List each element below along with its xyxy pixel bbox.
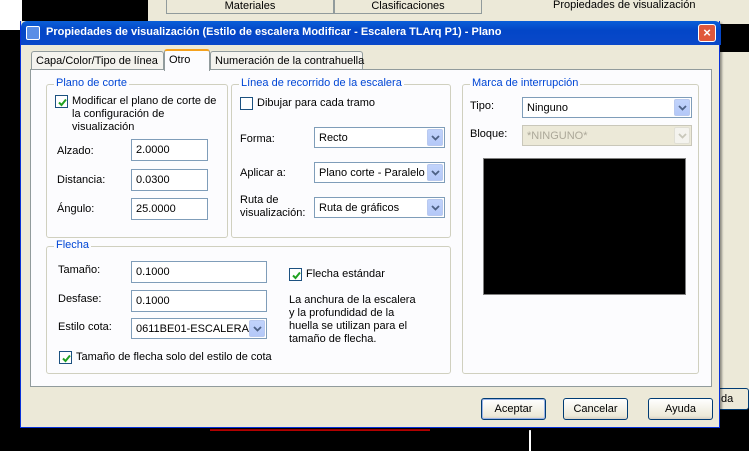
angulo-label: Ángulo: [57, 203, 95, 215]
close-icon: × [703, 25, 711, 40]
flecha-info-line3: huella se utilizan para el [289, 320, 408, 332]
group-title-marca-interrupcion: Marca de interrupción [470, 77, 581, 89]
ruta-label-line1: Ruta de [240, 194, 279, 206]
chevron-down-icon[interactable] [427, 129, 443, 146]
flecha-info-line1: La anchura de la escalera [289, 294, 416, 306]
chevron-down-icon[interactable] [427, 199, 443, 216]
forma-value: Recto [319, 132, 348, 144]
desfase-input[interactable]: 0.1000 [131, 290, 267, 312]
estilo-cota-value: 0611BE01-ESCALERAS [136, 323, 257, 335]
flecha-estandar-checkbox[interactable] [289, 268, 302, 281]
flecha-info-line2: y la profundidad de la [289, 307, 395, 319]
background-window [0, 0, 22, 30]
chevron-down-icon[interactable] [249, 320, 265, 337]
forma-select[interactable]: Recto [314, 127, 445, 148]
checkmark-icon [62, 354, 71, 363]
group-marca-interrupcion: Marca de interrupción Tipo: Ninguno Bloq… [462, 77, 699, 374]
app-icon [26, 26, 40, 40]
group-flecha: Flecha Tamaño: 0.1000 Desfase: 0.1000 Es… [46, 239, 451, 374]
block-preview [483, 158, 686, 295]
chevron-down-icon [674, 127, 690, 144]
dibujar-tramo-label: Dibujar para cada tramo [257, 97, 376, 109]
forma-label: Forma: [240, 133, 275, 145]
background-tab-materiales[interactable]: Materiales [166, 0, 334, 14]
distancia-input[interactable]: 0.0300 [131, 169, 208, 191]
background-panel [720, 52, 749, 392]
tipo-select[interactable]: Ninguno [522, 97, 692, 118]
title-bar[interactable]: Propiedades de visualización (Estilo de … [21, 21, 721, 45]
close-button[interactable]: × [698, 24, 716, 42]
checkmark-icon [58, 98, 67, 107]
ruta-label-line2: visualización: [240, 207, 306, 219]
estilo-cota-select[interactable]: 0611BE01-ESCALERAS [131, 318, 267, 339]
tamano-label: Tamaño: [58, 264, 101, 276]
group-title-flecha: Flecha [54, 239, 92, 251]
desfase-label: Desfase: [58, 293, 102, 305]
chevron-down-icon[interactable] [427, 164, 443, 181]
ruta-value: Ruta de gráficos [319, 202, 400, 214]
alzado-label: Alzado: [57, 145, 94, 157]
background-panel-label: Propiedades de visualización [553, 0, 696, 11]
bloque-select: *NINGUNO* [522, 125, 692, 146]
aplicar-select[interactable]: Plano corte - Paralelo [314, 162, 445, 183]
aplicar-value: Plano corte - Paralelo [319, 167, 425, 179]
group-title-plano-corte: Plano de corte [54, 77, 129, 89]
aplicar-label: Aplicar a: [240, 167, 286, 179]
tamano-input[interactable]: 0.1000 [131, 261, 267, 283]
tamano-solo-estilo-label: Tamaño de flecha solo del estilo de cota [76, 351, 272, 363]
tipo-value: Ninguno [527, 102, 568, 114]
tab-capa-color[interactable]: Capa/Color/Tipo de línea [31, 51, 164, 71]
group-plano-corte: Plano de corte Modificar el plano de cor… [46, 77, 228, 238]
background-red-line [210, 429, 430, 431]
alzado-input[interactable]: 2.0000 [131, 139, 208, 161]
flecha-estandar-label: Flecha estándar [306, 268, 385, 280]
tab-otro[interactable]: Otro [164, 49, 210, 71]
bloque-label: Bloque: [470, 128, 508, 140]
distancia-label: Distancia: [57, 174, 106, 186]
tab-panel: Plano de corte Modificar el plano de cor… [30, 69, 712, 387]
properties-dialog: Propiedades de visualización (Estilo de … [20, 21, 721, 428]
ruta-select[interactable]: Ruta de gráficos [314, 197, 445, 218]
estilo-cota-label: Estilo cota: [58, 321, 112, 333]
checkmark-icon [292, 271, 301, 280]
dibujar-tramo-checkbox[interactable] [240, 97, 253, 110]
tipo-label: Tipo: [470, 100, 495, 112]
chevron-down-icon[interactable] [674, 99, 690, 116]
ayuda-button[interactable]: Ayuda [648, 398, 713, 420]
bloque-value: *NINGUNO* [527, 130, 588, 142]
cancelar-button[interactable]: Cancelar [563, 398, 628, 420]
tamano-solo-estilo-checkbox[interactable] [59, 351, 72, 364]
group-linea-recorrido: Línea de recorrido de la escalera Dibuja… [231, 77, 451, 238]
tab-numeracion[interactable]: Numeración de la contrahuella [210, 51, 364, 71]
flecha-info-line4: tamaño de flecha. [289, 333, 377, 345]
background-tab-clasificaciones[interactable]: Clasificaciones [334, 0, 482, 14]
background-white-line [529, 430, 531, 451]
angulo-input[interactable]: 25.0000 [131, 198, 208, 220]
group-title-linea-recorrido: Línea de recorrido de la escalera [239, 77, 404, 89]
modificar-plano-label: Modificar el plano de corte de la config… [72, 95, 217, 133]
dialog-title: Propiedades de visualización (Estilo de … [46, 26, 502, 38]
aceptar-button[interactable]: Aceptar [481, 398, 546, 420]
modificar-plano-checkbox[interactable] [55, 95, 68, 108]
